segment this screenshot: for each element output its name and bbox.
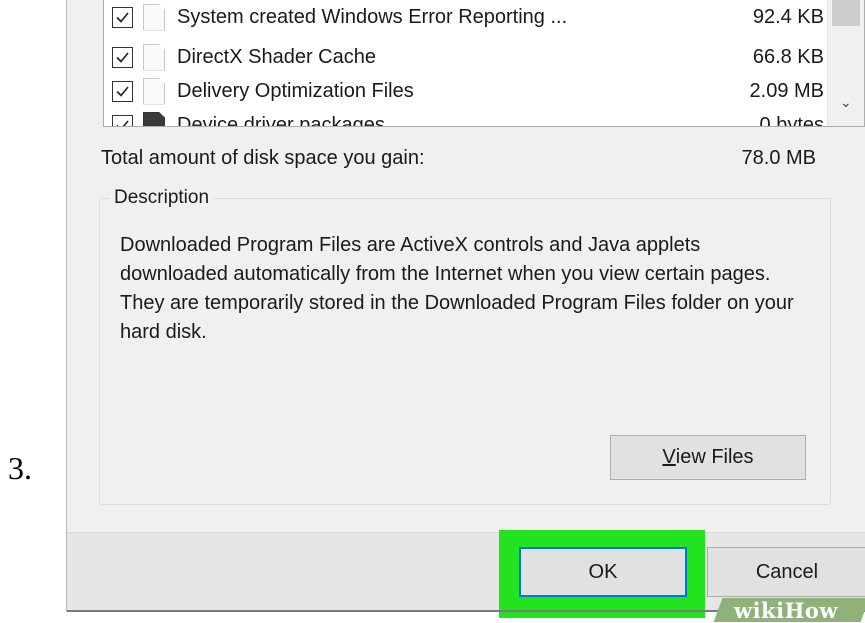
list-item[interactable]: DirectX Shader Cache 66.8 KB bbox=[104, 40, 824, 74]
checkbox[interactable] bbox=[112, 114, 133, 126]
description-text: Downloaded Program Files are ActiveX con… bbox=[120, 234, 794, 343]
scroll-thumb[interactable] bbox=[832, 0, 860, 26]
list-item[interactable]: Device driver packages 0 bytes bbox=[104, 108, 824, 127]
list-item[interactable]: System created Windows Error Reporting .… bbox=[104, 0, 824, 34]
list-item-size: 0 bytes bbox=[759, 113, 824, 127]
description-legend: Description bbox=[110, 187, 214, 209]
view-files-mnemonic: V bbox=[662, 446, 676, 468]
checkbox[interactable] bbox=[112, 46, 133, 68]
description-group: Description Downloaded Program Files are… bbox=[99, 187, 831, 505]
watermark-logo: wikiHow bbox=[734, 598, 839, 623]
file-icon bbox=[143, 77, 165, 105]
checkbox[interactable] bbox=[112, 80, 133, 102]
list-item-label: DirectX Shader Cache bbox=[177, 45, 376, 68]
list-item-label: Device driver packages bbox=[177, 113, 385, 127]
chevron-down-icon[interactable]: ⌄ bbox=[840, 94, 852, 111]
total-space-label: Total amount of disk space you gain: bbox=[101, 147, 425, 169]
list-item-size: 2.09 MB bbox=[749, 79, 824, 102]
list-item-size: 92.4 KB bbox=[752, 5, 824, 28]
list-item-label: System created Windows Error Reporting .… bbox=[177, 5, 568, 28]
step-number: 3. bbox=[8, 450, 32, 486]
view-files-label: iew Files bbox=[675, 446, 754, 468]
vertical-scrollbar[interactable]: ⌄ bbox=[827, 0, 864, 126]
checkbox[interactable] bbox=[112, 6, 133, 28]
ok-button[interactable]: OK bbox=[519, 547, 687, 597]
view-files-button[interactable]: View Files bbox=[610, 435, 806, 480]
disk-cleanup-dialog: System created Windows Error Reporting .… bbox=[66, 0, 865, 618]
file-icon bbox=[143, 3, 165, 31]
total-space-value: 78.0 MB bbox=[741, 147, 816, 169]
list-item-label: Delivery Optimization Files bbox=[177, 79, 414, 102]
list-item[interactable]: Delivery Optimization Files 2.09 MB bbox=[104, 74, 824, 108]
list-item-size: 66.8 KB bbox=[752, 45, 824, 68]
files-to-delete-list[interactable]: System created Windows Error Reporting .… bbox=[103, 0, 865, 127]
cancel-button[interactable]: Cancel bbox=[707, 547, 865, 597]
driver-package-icon bbox=[143, 111, 165, 126]
file-icon bbox=[143, 43, 165, 71]
